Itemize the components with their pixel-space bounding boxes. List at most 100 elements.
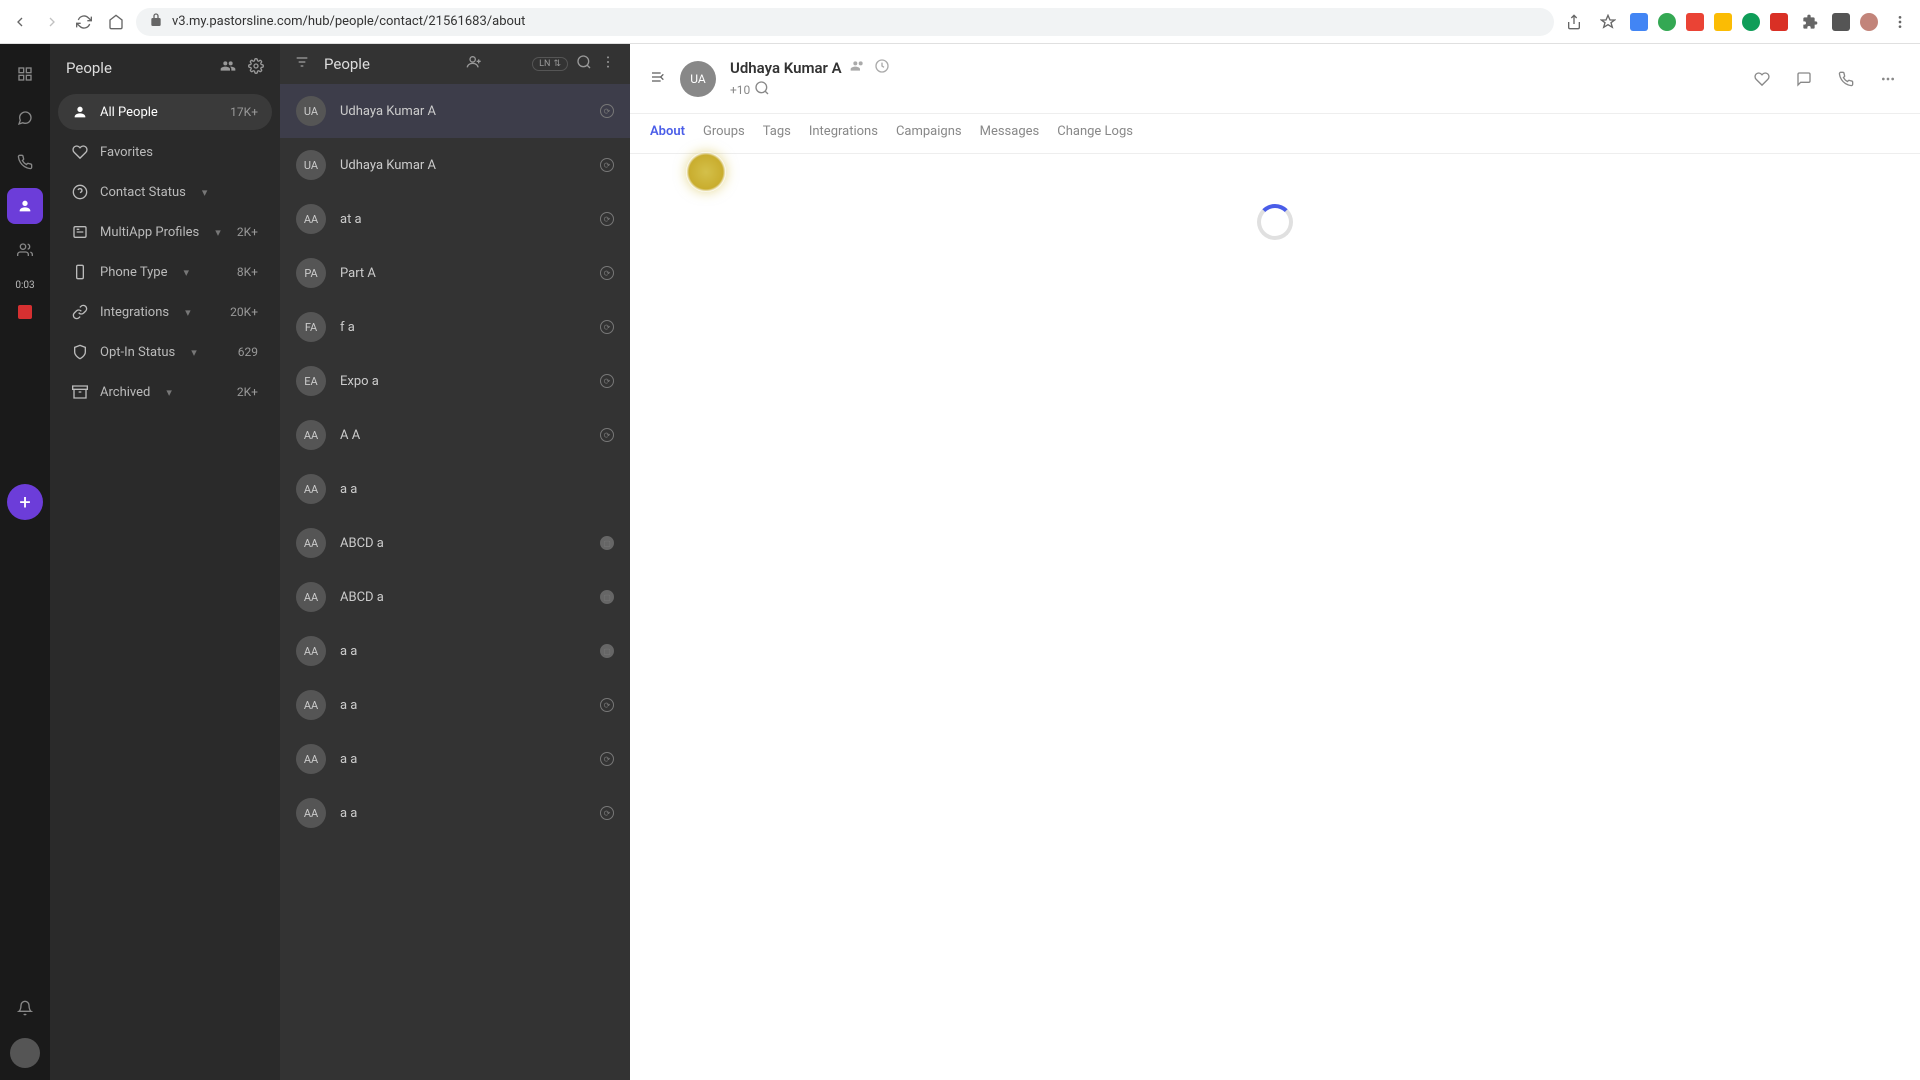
person-icon — [72, 104, 88, 120]
group-icon[interactable] — [220, 58, 236, 78]
contact-row[interactable]: AA a a ⟳ — [280, 732, 630, 786]
address-bar[interactable]: v3.my.pastorsline.com/hub/people/contact… — [136, 8, 1554, 36]
sort-pill[interactable]: LN ⇅ — [532, 57, 568, 71]
sidebar-item-count: 8K+ — [237, 265, 258, 279]
archive-icon — [72, 384, 88, 400]
chevron-down-icon: ▾ — [166, 386, 172, 399]
search-mini-icon[interactable] — [754, 80, 770, 99]
puzzle-icon[interactable] — [1798, 10, 1822, 34]
chevron-down-icon: ▾ — [202, 186, 208, 199]
contact-avatar: AA — [296, 204, 326, 234]
sidebar-all-people[interactable]: All People 17K+ — [58, 94, 272, 130]
tab-tags[interactable]: Tags — [763, 124, 791, 143]
sidebar-item-count: 17K+ — [230, 105, 258, 119]
sync-badge-icon: ⟳ — [600, 806, 614, 820]
ext-icon-6[interactable] — [1770, 13, 1788, 31]
collapse-button[interactable] — [650, 69, 666, 89]
profile-avatar[interactable] — [1860, 13, 1878, 31]
sidebar-item-count: 20K+ — [230, 305, 258, 319]
reload-button[interactable] — [72, 10, 96, 34]
sidebar-item-count: 2K+ — [237, 225, 258, 239]
contact-row[interactable]: AA ABCD a ▢ — [280, 570, 630, 624]
sidebar-item-label: Favorites — [100, 145, 153, 160]
sync-badge-icon: ⟳ — [600, 698, 614, 712]
contact-row[interactable]: AA a a ⟳ — [280, 678, 630, 732]
ext-icon-5[interactable] — [1742, 13, 1760, 31]
sidebar-phone-type[interactable]: Phone Type ▾ 8K+ — [58, 254, 272, 290]
home-button[interactable] — [104, 10, 128, 34]
contact-row[interactable]: AA ABCD a ▢ — [280, 516, 630, 570]
more-button[interactable] — [1876, 67, 1900, 91]
rail-phone[interactable] — [7, 144, 43, 180]
contact-row[interactable]: AA a a ▢ — [280, 624, 630, 678]
contact-row[interactable]: AA a a ⟳ — [280, 786, 630, 840]
contact-avatar: AA — [296, 636, 326, 666]
sidebar-title: People — [66, 59, 112, 77]
lock-icon — [148, 12, 164, 32]
ext-icon-3[interactable] — [1686, 13, 1704, 31]
rail-groups[interactable] — [7, 232, 43, 268]
call-button[interactable] — [1834, 67, 1858, 91]
sync-badge-icon: ⟳ — [600, 428, 614, 442]
ext-icon-2[interactable] — [1658, 13, 1676, 31]
contact-row[interactable]: AA A A ⟳ — [280, 408, 630, 462]
sidebar-optin[interactable]: Opt-In Status ▾ 629 — [58, 334, 272, 370]
sidebar-contact-status[interactable]: Contact Status ▾ — [58, 174, 272, 210]
contact-row[interactable]: FA f a ⟳ — [280, 300, 630, 354]
sidebar-favorites[interactable]: Favorites — [58, 134, 272, 170]
contact-avatar: AA — [296, 528, 326, 558]
add-person-icon[interactable] — [466, 54, 482, 74]
add-fab[interactable]: + — [7, 484, 43, 520]
favorite-button[interactable] — [1750, 67, 1774, 91]
contact-avatar: UA — [296, 150, 326, 180]
contact-avatar: UA — [296, 96, 326, 126]
sync-badge-icon: ⟳ — [600, 212, 614, 226]
contact-row[interactable]: EA Expo a ⟳ — [280, 354, 630, 408]
tab-integrations[interactable]: Integrations — [809, 124, 878, 143]
forward-button[interactable] — [40, 10, 64, 34]
ext-icon-4[interactable] — [1714, 13, 1732, 31]
filter-icon[interactable] — [294, 54, 310, 74]
box-badge-icon: ▢ — [600, 536, 614, 550]
share-icon[interactable] — [1562, 10, 1586, 34]
rail-people[interactable] — [7, 188, 43, 224]
contact-avatar: AA — [296, 582, 326, 612]
ext-icon-1[interactable] — [1630, 13, 1648, 31]
detail-pane: UA Udhaya Kumar A +10 AboutGroupsTagsI — [630, 44, 1920, 1080]
tab-groups[interactable]: Groups — [703, 124, 745, 143]
sidebar-item-label: Opt-In Status — [100, 345, 175, 360]
recording-stop[interactable] — [18, 305, 32, 319]
sync-badge-icon: ⟳ — [600, 374, 614, 388]
search-icon[interactable] — [576, 54, 592, 74]
contact-name: Udhaya Kumar A — [340, 104, 436, 119]
group-mini-icon[interactable] — [850, 58, 866, 78]
chevron-down-icon: ▾ — [183, 266, 189, 279]
sidebar-archived[interactable]: Archived ▾ 2K+ — [58, 374, 272, 410]
contact-avatar: EA — [296, 366, 326, 396]
tab-change-logs[interactable]: Change Logs — [1057, 124, 1133, 143]
rail-chat[interactable] — [7, 100, 43, 136]
gear-icon[interactable] — [248, 58, 264, 78]
contact-row[interactable]: PA Part A ⟳ — [280, 246, 630, 300]
sync-mini-icon[interactable] — [874, 58, 890, 78]
ext-icon-7[interactable] — [1832, 13, 1850, 31]
message-button[interactable] — [1792, 67, 1816, 91]
rail-notifications[interactable] — [7, 990, 43, 1026]
contact-row[interactable]: UA Udhaya Kumar A ⟳ — [280, 84, 630, 138]
tab-messages[interactable]: Messages — [980, 124, 1040, 143]
contact-avatar: PA — [296, 258, 326, 288]
bookmark-icon[interactable] — [1596, 10, 1620, 34]
rail-user-avatar[interactable] — [10, 1038, 40, 1068]
back-button[interactable] — [8, 10, 32, 34]
tab-campaigns[interactable]: Campaigns — [896, 124, 962, 143]
contact-row[interactable]: UA Udhaya Kumar A ⟳ — [280, 138, 630, 192]
rail-dashboard[interactable] — [7, 56, 43, 92]
more-icon[interactable] — [600, 54, 616, 74]
sync-badge-icon: ⟳ — [600, 752, 614, 766]
contact-row[interactable]: AA a a — [280, 462, 630, 516]
tab-about[interactable]: About — [650, 124, 685, 143]
sidebar-integrations[interactable]: Integrations ▾ 20K+ — [58, 294, 272, 330]
sidebar-multiapp[interactable]: MultiApp Profiles ▾ 2K+ — [58, 214, 272, 250]
contact-row[interactable]: AA at a ⟳ — [280, 192, 630, 246]
menu-icon[interactable] — [1888, 10, 1912, 34]
